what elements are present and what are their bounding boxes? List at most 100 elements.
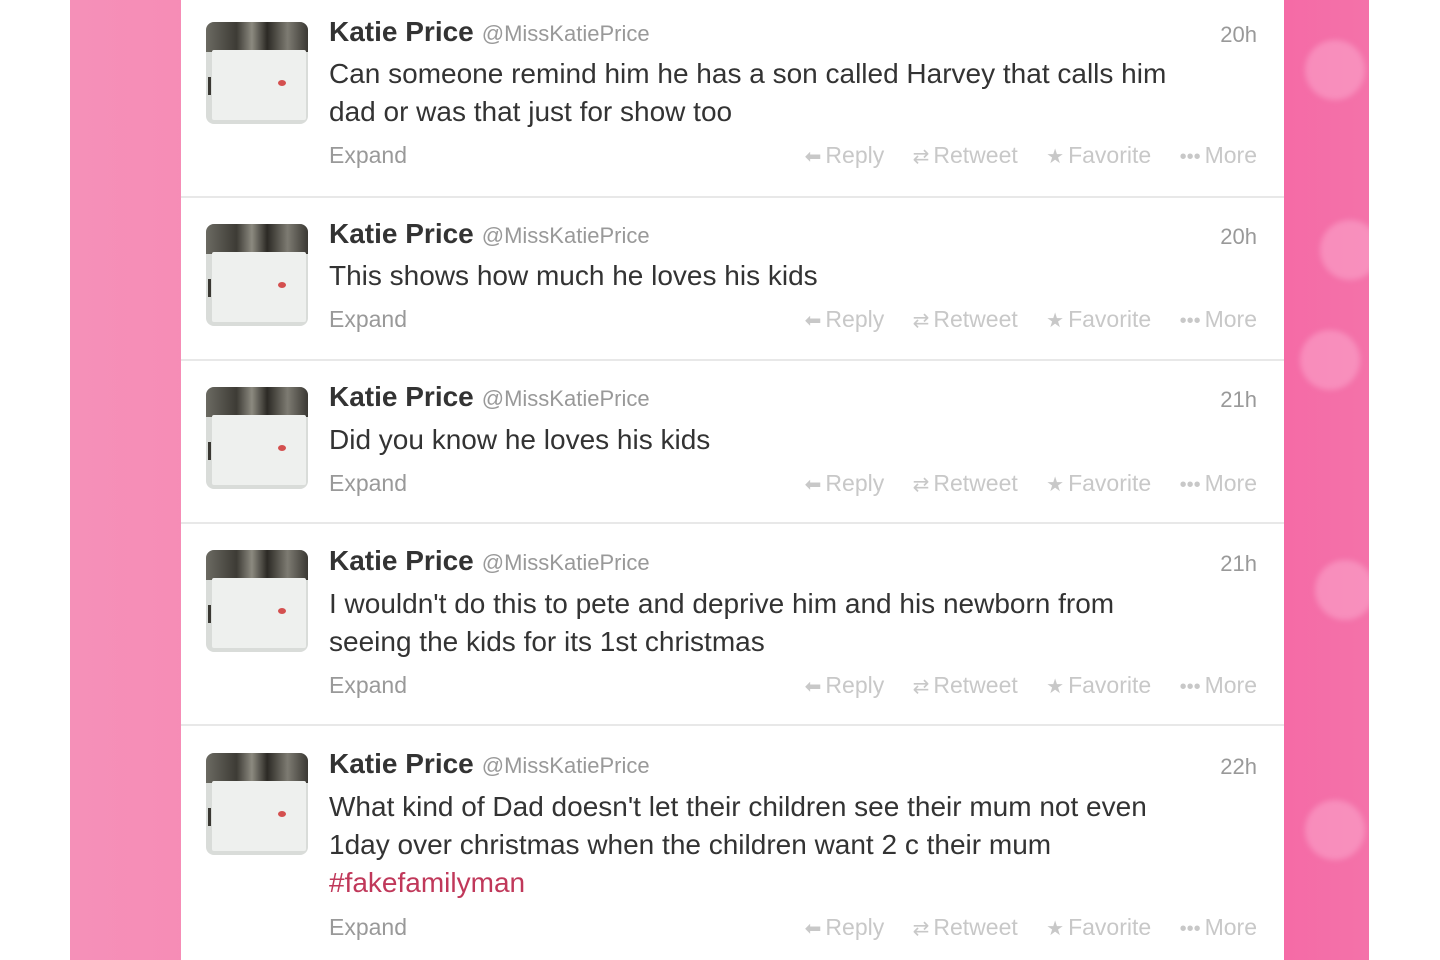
more-button[interactable]: ••• More: [1180, 470, 1257, 497]
expand-link[interactable]: Expand: [329, 142, 407, 169]
tweet-author[interactable]: Katie Price @MissKatiePrice: [329, 381, 650, 413]
avatar-photo-lips: [278, 811, 286, 817]
tweet-timestamp[interactable]: 20h: [1220, 22, 1257, 48]
avatar-photo-lips: [278, 282, 286, 288]
ellipsis-icon: •••: [1179, 676, 1201, 698]
tweet-actions: ⬅ Reply ⇄ Retweet ★ Favorite ••• More: [783, 914, 1257, 941]
favorite-button[interactable]: ★ Favorite: [1046, 142, 1151, 169]
author-handle[interactable]: @MissKatiePrice: [482, 550, 650, 575]
reply-button[interactable]: ⬅ Reply: [805, 672, 885, 699]
avatar[interactable]: [206, 387, 308, 489]
tweet-text: Did you know he loves his kids: [329, 421, 1249, 459]
retweet-button[interactable]: ⇄ Retweet: [913, 306, 1018, 333]
tweet-timestamp[interactable]: 21h: [1220, 551, 1257, 577]
avatar-photo-paper: [212, 252, 306, 322]
author-handle[interactable]: @MissKatiePrice: [482, 386, 650, 411]
author-handle[interactable]: @MissKatiePrice: [482, 21, 650, 46]
retweet-button[interactable]: ⇄ Retweet: [913, 470, 1018, 497]
star-icon: ★: [1046, 310, 1065, 332]
avatar-photo-hair: [206, 387, 308, 417]
favorite-button[interactable]: ★ Favorite: [1046, 914, 1151, 941]
author-name[interactable]: Katie Price: [329, 381, 474, 412]
expand-link[interactable]: Expand: [329, 672, 407, 699]
reply-label: Reply: [825, 672, 885, 698]
tweet-timestamp[interactable]: 22h: [1220, 754, 1257, 780]
expand-link[interactable]: Expand: [329, 306, 407, 333]
tweet-text-line: seeing the kids for its 1st christmas: [329, 626, 765, 657]
reply-arrow-icon: ⬅: [804, 918, 822, 940]
tweet-text-line: What kind of Dad doesn't let their child…: [329, 791, 1147, 822]
expand-link[interactable]: Expand: [329, 470, 407, 497]
reply-label: Reply: [825, 306, 885, 332]
ellipsis-icon: •••: [1179, 474, 1201, 496]
favorite-button[interactable]: ★ Favorite: [1046, 306, 1151, 333]
favorite-label: Favorite: [1068, 470, 1152, 496]
author-name[interactable]: Katie Price: [329, 545, 474, 576]
avatar-photo-mark: [208, 808, 211, 826]
background-flower-decoration: [1305, 40, 1365, 100]
ellipsis-icon: •••: [1179, 310, 1201, 332]
retweet-label: Retweet: [933, 914, 1018, 940]
tweet-author[interactable]: Katie Price @MissKatiePrice: [329, 16, 650, 48]
retweet-icon: ⇄: [912, 146, 930, 168]
expand-link[interactable]: Expand: [329, 914, 407, 941]
more-button[interactable]: ••• More: [1180, 914, 1257, 941]
tweet-author[interactable]: Katie Price @MissKatiePrice: [329, 218, 650, 250]
hashtag-link[interactable]: #fakefamilyman: [329, 864, 1249, 902]
tweet-author[interactable]: Katie Price @MissKatiePrice: [329, 545, 650, 577]
avatar-photo-paper: [212, 50, 306, 120]
author-handle[interactable]: @MissKatiePrice: [482, 223, 650, 248]
retweet-button[interactable]: ⇄ Retweet: [913, 142, 1018, 169]
tweet-timeline: Katie Price @MissKatiePrice 20h Can someo…: [181, 0, 1284, 960]
tweet[interactable]: Katie Price @MissKatiePrice 21h Did you k…: [181, 361, 1284, 524]
retweet-button[interactable]: ⇄ Retweet: [913, 672, 1018, 699]
reply-button[interactable]: ⬅ Reply: [805, 914, 885, 941]
retweet-icon: ⇄: [912, 676, 930, 698]
author-name[interactable]: Katie Price: [329, 16, 474, 47]
avatar[interactable]: [206, 753, 308, 855]
tweet[interactable]: Katie Price @MissKatiePrice 20h This show…: [181, 198, 1284, 361]
tweet-timestamp[interactable]: 21h: [1220, 387, 1257, 413]
favorite-label: Favorite: [1068, 142, 1152, 168]
more-button[interactable]: ••• More: [1180, 672, 1257, 699]
reply-button[interactable]: ⬅ Reply: [805, 142, 885, 169]
background-flower-decoration: [1305, 800, 1365, 860]
more-button[interactable]: ••• More: [1180, 142, 1257, 169]
more-label: More: [1204, 470, 1257, 496]
avatar[interactable]: [206, 22, 308, 124]
reply-arrow-icon: ⬅: [804, 146, 822, 168]
tweet-actions: ⬅ Reply ⇄ Retweet ★ Favorite ••• More: [783, 470, 1257, 497]
tweet[interactable]: Katie Price @MissKatiePrice 20h Can someo…: [181, 0, 1284, 198]
tweet-actions: ⬅ Reply ⇄ Retweet ★ Favorite ••• More: [783, 672, 1257, 699]
tweet[interactable]: Katie Price @MissKatiePrice 21h I wouldn'…: [181, 524, 1284, 726]
avatar[interactable]: [206, 550, 308, 652]
retweet-label: Retweet: [933, 142, 1018, 168]
reply-arrow-icon: ⬅: [804, 310, 822, 332]
favorite-button[interactable]: ★ Favorite: [1046, 672, 1151, 699]
author-name[interactable]: Katie Price: [329, 218, 474, 249]
avatar-photo-hair: [206, 224, 308, 254]
avatar-photo-lips: [278, 608, 286, 614]
more-label: More: [1204, 914, 1257, 940]
favorite-button[interactable]: ★ Favorite: [1046, 470, 1151, 497]
retweet-button[interactable]: ⇄ Retweet: [913, 914, 1018, 941]
avatar[interactable]: [206, 224, 308, 326]
avatar-photo-hair: [206, 753, 308, 783]
author-handle[interactable]: @MissKatiePrice: [482, 753, 650, 778]
reply-label: Reply: [825, 470, 885, 496]
author-name[interactable]: Katie Price: [329, 748, 474, 779]
more-label: More: [1204, 142, 1257, 168]
more-label: More: [1204, 306, 1257, 332]
background-flower-decoration: [1300, 330, 1360, 390]
ellipsis-icon: •••: [1179, 146, 1201, 168]
tweet[interactable]: Katie Price @MissKatiePrice 22h What kind…: [181, 726, 1284, 960]
reply-button[interactable]: ⬅ Reply: [805, 470, 885, 497]
tweet-timestamp[interactable]: 20h: [1220, 224, 1257, 250]
reply-button[interactable]: ⬅ Reply: [805, 306, 885, 333]
retweet-icon: ⇄: [912, 918, 930, 940]
tweet-author[interactable]: Katie Price @MissKatiePrice: [329, 748, 650, 780]
reply-label: Reply: [825, 914, 885, 940]
more-button[interactable]: ••• More: [1180, 306, 1257, 333]
tweet-text: This shows how much he loves his kids: [329, 257, 1249, 295]
tweet-text: I wouldn't do this to pete and deprive h…: [329, 585, 1249, 661]
